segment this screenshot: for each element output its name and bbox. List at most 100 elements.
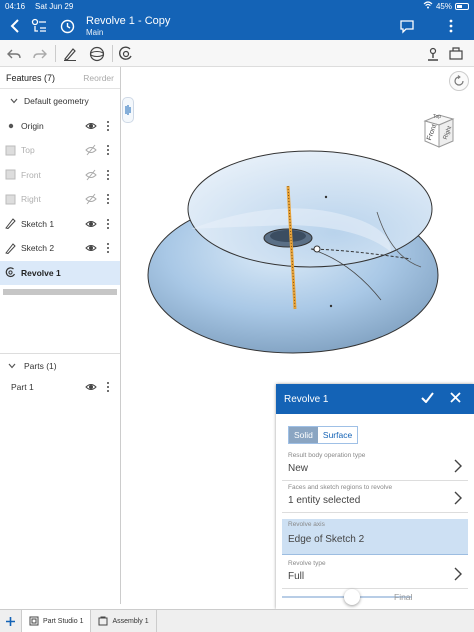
rollback-slider[interactable] — [282, 589, 412, 605]
sketch-icon — [5, 242, 16, 254]
visible-eye-icon[interactable] — [85, 381, 97, 393]
tab-assembly-1[interactable]: Assembly 1 — [91, 610, 157, 632]
battery-percent: 45% — [435, 1, 452, 11]
feature-row-top[interactable]: Top — [0, 138, 120, 163]
chevron-right-icon[interactable] — [454, 567, 462, 581]
default-geometry-label: Default geometry — [24, 96, 89, 107]
close-icon[interactable] — [450, 392, 461, 406]
more-options-icon[interactable] — [104, 120, 112, 132]
visible-eye-icon[interactable] — [85, 218, 97, 230]
part-row-part-1[interactable]: Part 1 — [0, 375, 120, 400]
feature-row-sketch-1[interactable]: Sketch 1 — [0, 212, 120, 237]
more-menu-icon[interactable] — [440, 15, 462, 37]
operation-type-field[interactable]: Result body operation type New — [282, 450, 468, 481]
field-value: New — [288, 463, 309, 474]
parts-title: Parts (1) — [24, 360, 57, 371]
plane-icon — [5, 145, 16, 156]
feature-row-sketch-2[interactable]: Sketch 2 — [0, 236, 120, 261]
feature-label: Revolve 1 — [21, 267, 61, 278]
feature-label: Front — [21, 169, 41, 180]
undo-icon[interactable] — [3, 43, 25, 65]
title-bar: Revolve 1 - Copy Main — [0, 12, 474, 40]
parts-header[interactable]: Parts (1) — [0, 353, 120, 377]
feature-label: Sketch 2 — [21, 243, 55, 254]
origin-icon — [5, 120, 16, 131]
features-header: Features (7) Reorder — [0, 67, 120, 89]
hidden-eye-icon[interactable] — [85, 144, 97, 156]
redo-icon[interactable] — [29, 43, 51, 65]
feature-row-origin[interactable]: Origin — [0, 114, 120, 139]
plane-icon — [5, 169, 16, 180]
document-branch: Main — [86, 28, 104, 37]
body-type-toggle: Solid Surface — [288, 426, 359, 444]
solid-toggle-button[interactable]: Solid — [289, 427, 318, 443]
feature-list-scrollbar[interactable] — [3, 289, 117, 295]
feature-label: Sketch 1 — [21, 218, 55, 229]
toolbar — [0, 40, 474, 67]
comments-icon[interactable] — [396, 15, 418, 37]
feature-label: Right — [21, 194, 41, 205]
view-cube[interactable]: Top Front Right — [417, 107, 463, 153]
visible-eye-icon[interactable] — [85, 242, 97, 254]
plus-icon[interactable] — [6, 616, 15, 626]
chevron-down-icon[interactable] — [8, 96, 19, 107]
more-options-icon[interactable] — [104, 193, 112, 205]
plane-icon — [5, 194, 16, 205]
feature-list-icon[interactable] — [28, 15, 50, 37]
view-cube-top-label[interactable]: Top — [433, 114, 441, 120]
default-geometry-group[interactable]: Default geometry — [0, 89, 120, 114]
revolve-tool-icon[interactable] — [115, 43, 137, 65]
more-options-icon[interactable] — [104, 218, 112, 230]
visible-eye-icon[interactable] — [85, 120, 97, 132]
feature-label: Top — [21, 145, 35, 156]
revolve-type-field[interactable]: Revolve type Full — [282, 558, 468, 589]
chevron-right-icon[interactable] — [454, 459, 462, 473]
hidden-eye-icon[interactable] — [85, 193, 97, 205]
field-value: Full — [288, 571, 305, 582]
back-icon[interactable] — [4, 15, 26, 37]
panel-collapse-handle-icon[interactable] — [122, 97, 134, 123]
faces-regions-field[interactable]: Faces and sketch regions to revolve 1 en… — [282, 482, 468, 513]
feature-row-revolve-1[interactable]: Revolve 1 — [0, 260, 120, 285]
document-title[interactable]: Revolve 1 - Copy — [86, 15, 170, 27]
slider-knob[interactable] — [344, 589, 360, 605]
part-label: Part 1 — [11, 382, 34, 393]
plane-tool-icon[interactable] — [86, 43, 108, 65]
assembly-icon — [98, 616, 108, 626]
feature-label: Origin — [21, 120, 44, 131]
hidden-eye-icon[interactable] — [85, 169, 97, 181]
status-bar: 04:16 Sat Jun 29 45% — [0, 0, 474, 12]
mate-connector-icon[interactable] — [422, 43, 444, 65]
revolve-dialog: Revolve 1 Solid Surface Result body oper… — [276, 384, 474, 609]
chevron-down-icon[interactable] — [8, 361, 16, 371]
field-value: Edge of Sketch 2 — [288, 534, 365, 545]
rotate-view-icon[interactable] — [449, 71, 469, 91]
revolve-dialog-header: Revolve 1 — [276, 384, 474, 414]
parts-tool-icon[interactable] — [445, 43, 467, 65]
tab-label: Part Studio 1 — [43, 617, 84, 625]
feature-row-right[interactable]: Right — [0, 187, 120, 212]
more-options-icon[interactable] — [104, 242, 112, 254]
revolve-axis-field[interactable]: Revolve axis Edge of Sketch 2 — [282, 519, 468, 555]
part-studio-icon — [29, 616, 39, 626]
document-tab-bar: Part Studio 1 Assembly 1 — [0, 609, 474, 632]
sketch-tool-icon[interactable] — [59, 43, 81, 65]
reorder-button[interactable]: Reorder — [83, 73, 114, 83]
field-caption: Faces and sketch regions to revolve — [288, 484, 393, 491]
more-options-icon[interactable] — [104, 169, 112, 181]
field-caption: Revolve axis — [288, 521, 325, 528]
field-caption: Result body operation type — [288, 452, 366, 459]
more-options-icon[interactable] — [104, 381, 112, 393]
feature-row-front[interactable]: Front — [0, 163, 120, 188]
tab-add[interactable] — [0, 610, 22, 632]
more-options-icon[interactable] — [104, 144, 112, 156]
final-label[interactable]: Final — [394, 592, 412, 602]
field-value: 1 entity selected — [288, 495, 361, 506]
tab-part-studio-1[interactable]: Part Studio 1 — [22, 610, 92, 632]
chevron-right-icon[interactable] — [454, 491, 462, 505]
revolve-dialog-title: Revolve 1 — [284, 393, 329, 405]
tab-label: Assembly 1 — [112, 617, 149, 625]
history-icon[interactable] — [56, 15, 78, 37]
confirm-check-icon[interactable] — [421, 392, 434, 406]
surface-toggle-button[interactable]: Surface — [317, 427, 358, 443]
